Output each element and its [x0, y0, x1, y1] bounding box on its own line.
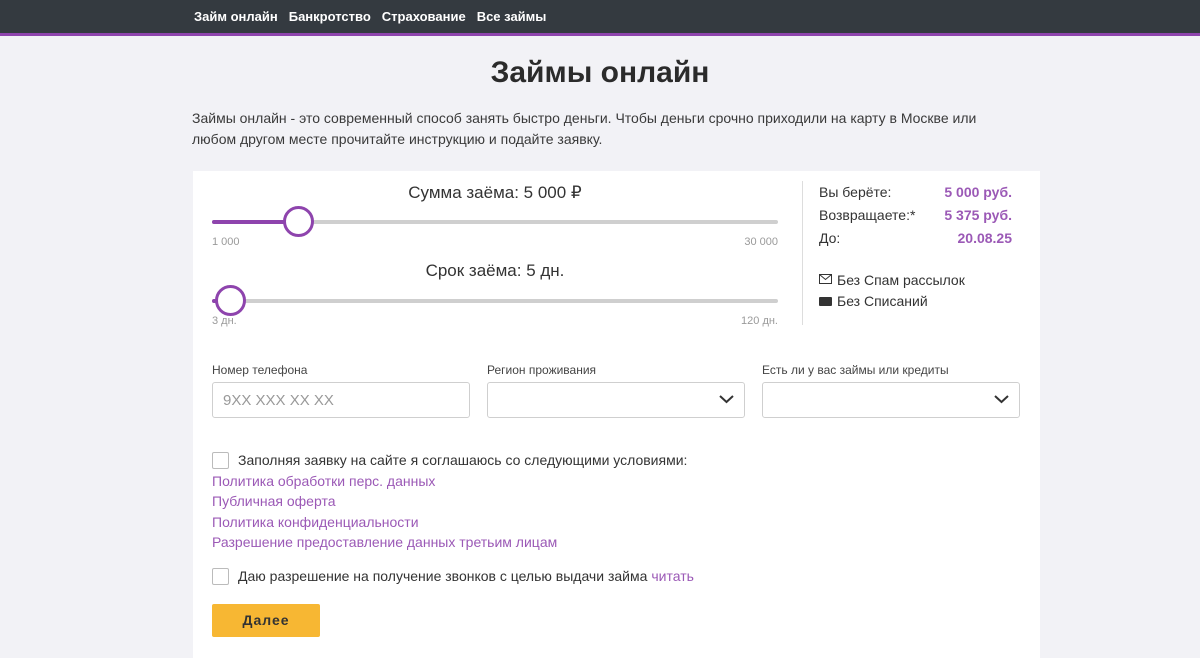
loans-field-group: Есть ли у вас займы или кредиты	[762, 363, 1020, 418]
link-public-offer[interactable]: Публичная оферта	[212, 491, 687, 511]
consent-text: Заполняя заявку на сайте я соглашаюсь со…	[238, 452, 688, 468]
calls-consent: Даю разрешение на получение звонков с це…	[212, 566, 694, 586]
link-third-party-data[interactable]: Разрешение предоставление данных третьим…	[212, 532, 687, 552]
nav-bankruptcy[interactable]: Банкротство	[289, 9, 371, 24]
link-privacy-policy[interactable]: Политика конфиденциальности	[212, 512, 687, 532]
term-range: 3 дн. 120 дн.	[212, 315, 778, 327]
nav-loan-online[interactable]: Займ онлайн	[194, 9, 278, 24]
feature-no-charges: Без Списаний	[803, 291, 1040, 312]
feature-no-spam-label: Без Спам рассылок	[837, 272, 965, 288]
consent-checkbox[interactable]	[212, 451, 229, 469]
phone-placeholder: 9XX XXX XX XX	[223, 391, 334, 409]
summary-take-row: Вы берёте: 5 000 руб.	[803, 181, 1040, 204]
calls-row: Даю разрешение на получение звонков с це…	[212, 566, 694, 586]
term-slider-handle[interactable]	[214, 285, 246, 316]
phone-label: Номер телефона	[212, 363, 308, 377]
loans-select[interactable]	[762, 382, 1020, 418]
amount-slider[interactable]	[212, 206, 778, 237]
region-label: Регион проживания	[487, 363, 597, 377]
summary-return-label: Возвращаете:*	[819, 207, 916, 223]
region-field-group: Регион проживания	[487, 363, 745, 418]
amount-slider-handle[interactable]	[283, 206, 315, 237]
phone-input[interactable]: 9XX XXX XX XX	[212, 382, 470, 418]
term-slider-title: Срок заёма: 5 дн.	[425, 261, 565, 280]
term-max-label: 120 дн.	[741, 315, 778, 327]
intro-text: Займы онлайн - это современный способ за…	[192, 110, 977, 147]
loan-summary: Вы берёте: 5 000 руб. Возвращаете:* 5 37…	[802, 181, 1040, 325]
summary-until-value: 20.08.25	[957, 230, 1013, 246]
amount-min-label: 1 000	[212, 236, 240, 248]
amount-max-label: 30 000	[744, 236, 778, 248]
loans-label: Есть ли у вас займы или кредиты	[762, 363, 949, 377]
amount-range: 1 000 30 000	[212, 236, 778, 248]
consent-block: Заполняя заявку на сайте я соглашаюсь со…	[212, 450, 687, 552]
calls-text: Даю разрешение на получение звонков с це…	[238, 568, 648, 584]
summary-return-value: 5 375 руб.	[944, 207, 1012, 223]
consent-links: Политика обработки перс. данных Публична…	[212, 471, 687, 552]
chevron-down-icon	[994, 395, 1009, 404]
chevron-down-icon	[719, 395, 734, 404]
region-select[interactable]	[487, 382, 745, 418]
loan-form-card: Сумма заёма: 5 000 ₽ 1 000 30 000 Срок з…	[193, 171, 1040, 658]
summary-take-value: 5 000 руб.	[944, 184, 1012, 200]
feature-no-spam: Без Спам рассылок	[803, 270, 1040, 291]
summary-return-row: Возвращаете:* 5 375 руб.	[803, 204, 1040, 227]
term-slider[interactable]	[212, 285, 778, 316]
summary-until-row: До: 20.08.25	[803, 227, 1040, 250]
summary-take-label: Вы берёте:	[819, 184, 892, 200]
card-icon	[819, 297, 832, 306]
term-min-label: 3 дн.	[212, 315, 237, 327]
feature-no-charges-label: Без Списаний	[837, 293, 928, 309]
consent-row: Заполняя заявку на сайте я соглашаюсь со…	[212, 450, 687, 470]
nav-insurance[interactable]: Страхование	[382, 9, 466, 24]
calls-checkbox[interactable]	[212, 567, 229, 585]
form-fields: Номер телефона 9XX XXX XX XX Регион прож…	[212, 363, 1037, 418]
amount-slider-fill	[212, 220, 291, 224]
summary-until-label: До:	[819, 230, 841, 246]
sliders-panel: Сумма заёма: 5 000 ₽ 1 000 30 000 Срок з…	[212, 171, 778, 327]
amount-slider-title: Сумма заёма: 5 000 ₽	[408, 183, 582, 202]
phone-field-group: Номер телефона 9XX XXX XX XX	[212, 363, 470, 418]
calls-read-link[interactable]: читать	[651, 568, 694, 584]
page-title: Займы онлайн	[490, 56, 710, 89]
link-data-policy[interactable]: Политика обработки перс. данных	[212, 471, 687, 491]
next-button[interactable]: Далее	[212, 604, 320, 637]
nav-all-loans[interactable]: Все займы	[477, 9, 547, 24]
top-navigation: Займ онлайн Банкротство Страхование Все …	[0, 0, 1200, 36]
envelope-icon	[819, 270, 833, 291]
